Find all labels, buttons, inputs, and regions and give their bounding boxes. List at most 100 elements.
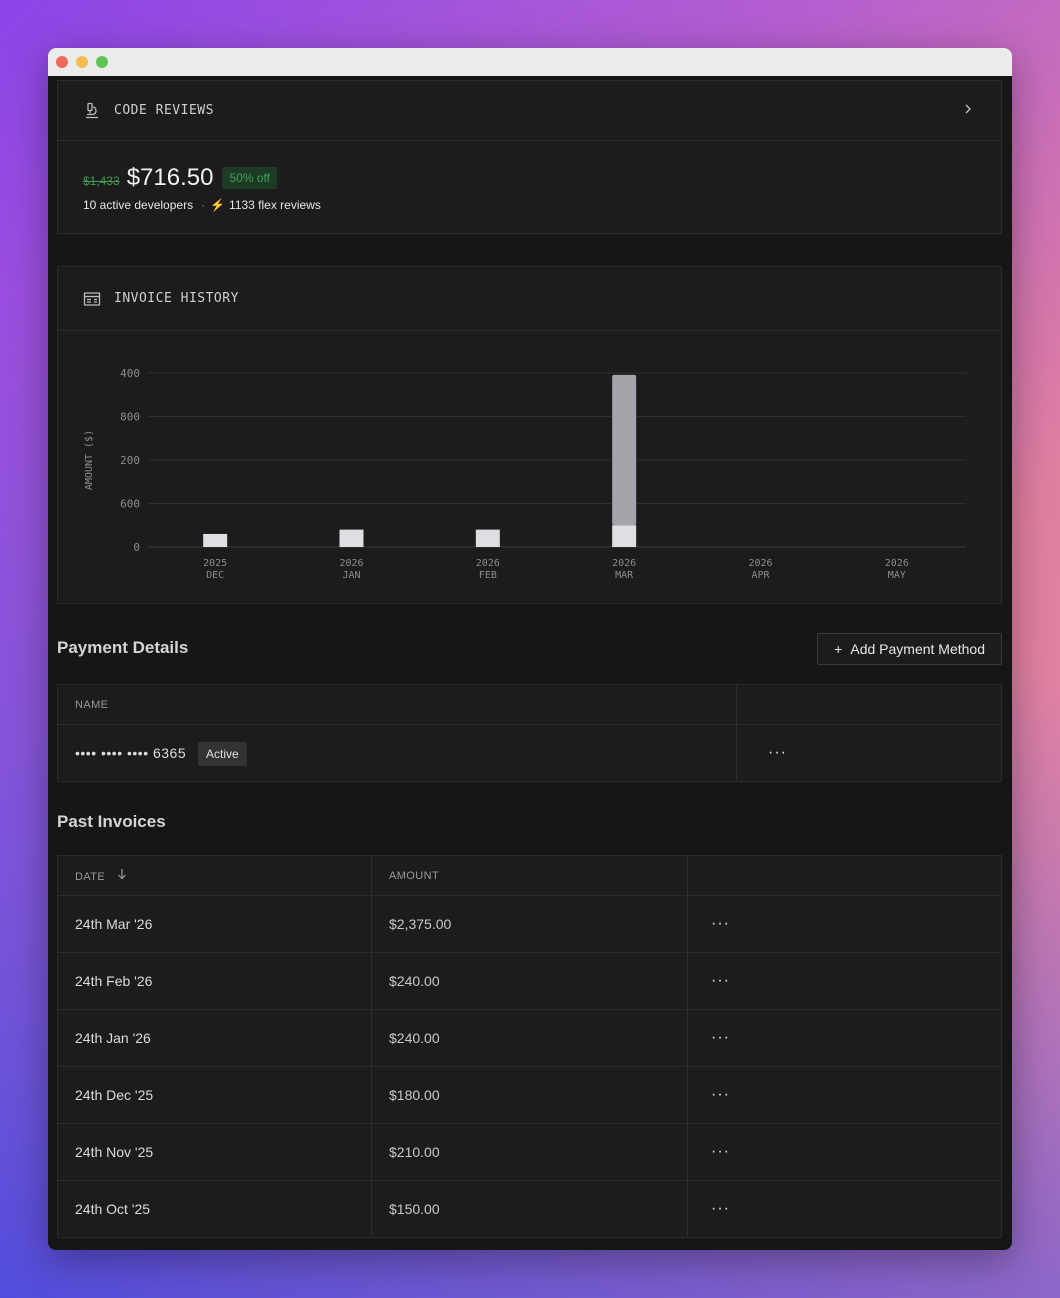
- table-row[interactable]: 24th Dec '25 $180.00 ···: [57, 1066, 1002, 1124]
- invoice-amount-value: $180.00: [389, 1087, 440, 1103]
- receipt-icon: [83, 291, 101, 306]
- more-options-icon[interactable]: ···: [711, 1029, 730, 1046]
- y-axis-label: AMOUNT ($): [84, 430, 95, 490]
- chart-bar[interactable]: [203, 533, 228, 547]
- payment-methods-table: NAME •••• •••• •••• 6365 Active ···: [57, 684, 1002, 782]
- chart-bar[interactable]: [475, 529, 500, 547]
- invoice-amount-cell: $180.00: [371, 1066, 688, 1124]
- more-options-icon[interactable]: ···: [711, 1200, 730, 1217]
- add-payment-method-label: Add Payment Method: [850, 641, 985, 657]
- x-tick-month: DEC: [206, 570, 224, 581]
- past-invoices-title: Past Invoices: [57, 812, 166, 831]
- more-options-icon[interactable]: ···: [711, 1143, 730, 1160]
- x-tick-year: 2026: [476, 558, 500, 569]
- invoice-date-value: 24th Dec '25: [75, 1087, 154, 1103]
- more-options-icon[interactable]: ···: [711, 972, 730, 989]
- row-actions-cell: ···: [687, 895, 1002, 953]
- more-options-icon[interactable]: ···: [711, 915, 730, 932]
- x-tick-month: JAN: [342, 570, 360, 581]
- y-tick-label: 0: [133, 541, 140, 554]
- x-tick-year: 2026: [612, 558, 636, 569]
- x-tick-month: MAY: [888, 570, 906, 581]
- maximize-window-button[interactable]: [96, 56, 108, 68]
- invoice-history-header: INVOICE HISTORY: [58, 267, 1001, 331]
- invoice-amount-value: $210.00: [389, 1144, 440, 1160]
- table-row[interactable]: •••• •••• •••• 6365 Active ···: [57, 724, 1002, 782]
- chart-bar[interactable]: [339, 529, 364, 547]
- chevron-right-icon[interactable]: [963, 102, 973, 118]
- minimize-window-button[interactable]: [76, 56, 88, 68]
- y-tick-label: 600: [120, 498, 140, 511]
- row-actions-cell: ···: [687, 952, 1002, 1010]
- flex-reviews: 1133 flex reviews: [229, 198, 321, 212]
- invoice-amount-cell: $2,375.00: [371, 895, 688, 953]
- invoice-date-value: 24th Feb '26: [75, 973, 153, 989]
- price-row: $1,433 $716.50 50% off: [83, 164, 277, 192]
- row-actions-cell: ···: [687, 1066, 1002, 1124]
- table-row[interactable]: 24th Mar '26 $2,375.00 ···: [57, 895, 1002, 953]
- invoice-date-value: 24th Nov '25: [75, 1144, 154, 1160]
- y-tick-label: 400: [120, 367, 140, 380]
- invoice-amount-cell: $150.00: [371, 1180, 688, 1238]
- code-reviews-card[interactable]: CODE REVIEWS $1,433 $716.50 50% off 10 a…: [57, 80, 1002, 234]
- x-tick-month: MAR: [615, 570, 634, 581]
- invoice-amount-value: $2,375.00: [389, 916, 452, 932]
- current-price: $716.50: [126, 164, 214, 191]
- original-price: $1,433: [83, 174, 120, 188]
- invoice-date-cell: 24th Oct '25: [57, 1180, 372, 1238]
- chart-bar-upper[interactable]: [612, 374, 637, 526]
- row-actions-cell: ···: [687, 1009, 1002, 1067]
- column-header-date-label: DATE: [75, 871, 106, 883]
- invoice-date-value: 24th Oct '25: [75, 1201, 151, 1217]
- invoice-date-cell: 24th Nov '25: [57, 1123, 372, 1181]
- x-tick-year: 2026: [748, 558, 772, 569]
- chart-bar[interactable]: [612, 525, 637, 547]
- window-titlebar: [48, 48, 1012, 76]
- invoice-date-cell: 24th Jan '26: [57, 1009, 372, 1067]
- y-tick-label: 200: [120, 454, 140, 467]
- invoice-amount-value: $240.00: [389, 973, 440, 989]
- row-actions-cell: ···: [687, 1180, 1002, 1238]
- invoice-date-cell: 24th Feb '26: [57, 952, 372, 1010]
- table-row[interactable]: 24th Nov '25 $210.00 ···: [57, 1123, 1002, 1181]
- lightning-icon: ⚡: [210, 198, 226, 212]
- close-window-button[interactable]: [56, 56, 68, 68]
- plus-icon: +: [834, 641, 843, 657]
- status-badge: Active: [198, 742, 247, 766]
- payment-card-cell: •••• •••• •••• 6365 Active: [57, 724, 737, 782]
- x-tick-year: 2026: [885, 558, 909, 569]
- invoice-history-title: INVOICE HISTORY: [114, 291, 239, 306]
- table-header-row: NAME: [57, 684, 1002, 725]
- invoice-amount-cell: $210.00: [371, 1123, 688, 1181]
- more-options-icon[interactable]: ···: [711, 1086, 730, 1103]
- x-tick-month: APR: [751, 570, 770, 581]
- table-row[interactable]: 24th Jan '26 $240.00 ···: [57, 1009, 1002, 1067]
- table-row[interactable]: 24th Feb '26 $240.00 ···: [57, 952, 1002, 1010]
- column-header-date[interactable]: DATE: [57, 855, 372, 896]
- column-header-actions: [736, 684, 1002, 725]
- row-actions-cell: ···: [687, 1123, 1002, 1181]
- column-header-amount: AMOUNT: [371, 855, 688, 896]
- separator: ·: [201, 198, 206, 212]
- code-reviews-header[interactable]: CODE REVIEWS: [58, 81, 1001, 141]
- add-payment-method-button[interactable]: + Add Payment Method: [817, 633, 1002, 665]
- invoice-date-cell: 24th Mar '26: [57, 895, 372, 953]
- invoice-bar-chart: 4008002006000AMOUNT ($)2025DEC2026JAN202…: [84, 367, 966, 581]
- usage-summary: 10 active developers · ⚡ 1133 flex revie…: [83, 198, 321, 212]
- sort-descending-icon[interactable]: [117, 869, 127, 883]
- microscope-icon: [86, 102, 98, 118]
- invoice-chart: 400 800 200 600 0 AMOUNT ($) 2025 DEC 2026 JAN 202…: [58, 331, 1003, 603]
- row-actions-cell: ···: [736, 724, 1002, 782]
- invoice-amount-cell: $240.00: [371, 1009, 688, 1067]
- table-row[interactable]: 24th Oct '25 $150.00 ···: [57, 1180, 1002, 1238]
- column-header-actions: [687, 855, 1002, 896]
- x-tick-year: 2025: [203, 558, 227, 569]
- x-tick-year: 2026: [339, 558, 363, 569]
- invoice-date-cell: 24th Dec '25: [57, 1066, 372, 1124]
- app-window: CODE REVIEWS $1,433 $716.50 50% off 10 a…: [48, 48, 1012, 1250]
- discount-badge: 50% off: [222, 167, 277, 189]
- code-reviews-body: $1,433 $716.50 50% off 10 active develop…: [58, 141, 1001, 233]
- code-reviews-title: CODE REVIEWS: [114, 103, 214, 118]
- more-options-icon[interactable]: ···: [768, 744, 787, 761]
- table-header-row: DATE AMOUNT: [57, 855, 1002, 896]
